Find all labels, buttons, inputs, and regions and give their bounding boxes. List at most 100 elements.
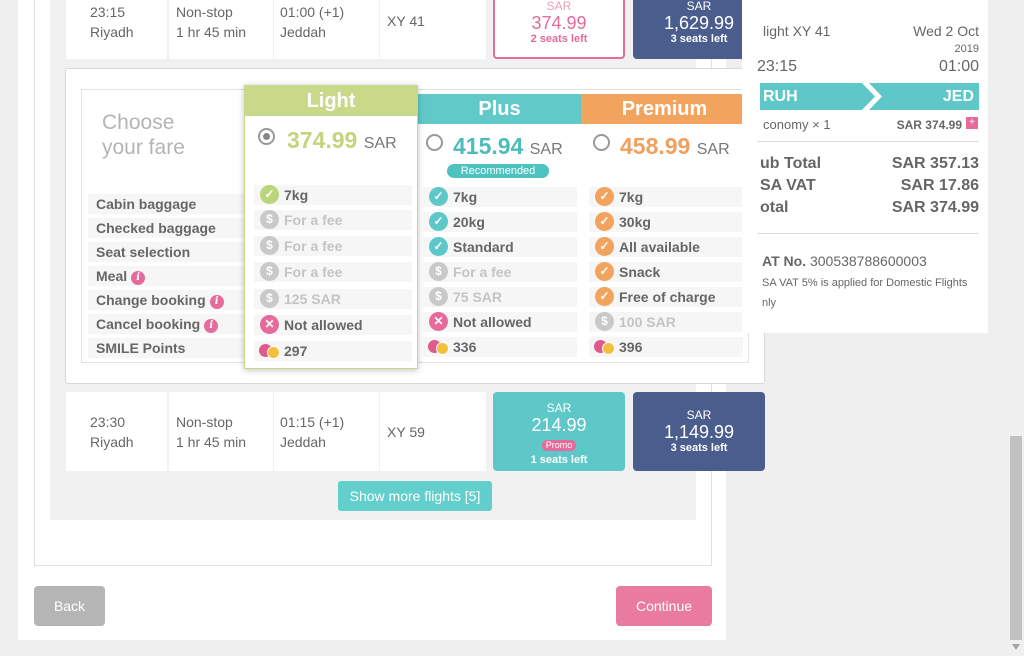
fare-radio-light[interactable] bbox=[258, 128, 275, 145]
row-label-cabin-baggage: Cabin baggage bbox=[88, 194, 248, 214]
plus-feature-cancel: ✕ Not allowed bbox=[423, 312, 577, 332]
plus-feature-seat: ✓ Standard bbox=[423, 237, 577, 257]
light-feature-change: $125 SAR bbox=[254, 289, 412, 309]
cross-icon: ✕ bbox=[260, 315, 279, 334]
check-icon: ✓ bbox=[429, 187, 448, 206]
seats-left: 1 seats left bbox=[530, 454, 588, 466]
scroll-down-icon[interactable] bbox=[1011, 643, 1021, 651]
summary-year: 2019 bbox=[954, 43, 979, 55]
expand-icon[interactable]: + bbox=[966, 117, 978, 129]
fare-radio-plus[interactable] bbox=[426, 134, 443, 151]
check-icon: ✓ bbox=[260, 185, 279, 204]
premium-feature-points: 396 bbox=[589, 337, 743, 357]
summary-flight-label: light XY 41 bbox=[763, 23, 831, 39]
departure-cell: 23:30 Riyadh bbox=[66, 392, 167, 471]
promo-badge: Promo bbox=[541, 440, 577, 451]
light-feature-meal: $ For a fee bbox=[254, 262, 412, 282]
summary-dep-time: 23:15 bbox=[757, 58, 798, 75]
row-label-cancel-booking: Cancel booking i bbox=[88, 314, 248, 334]
dollar-icon: $ bbox=[260, 262, 279, 281]
info-icon[interactable]: i bbox=[204, 319, 219, 333]
departure-time: 23:15 bbox=[90, 4, 126, 20]
plus-feature-points: 336 bbox=[423, 337, 577, 357]
check-icon: ✓ bbox=[595, 187, 614, 206]
duration-text: 1 hr 45 min bbox=[176, 24, 247, 40]
arrival-cell: 01:15 (+1) Jeddah bbox=[274, 392, 379, 471]
fare-amount: 1,149.99 bbox=[663, 422, 735, 442]
plus-feature-cabin: ✓ 7kg bbox=[423, 187, 577, 207]
arrival-city: Jeddah bbox=[280, 434, 326, 450]
divider bbox=[757, 233, 979, 234]
fare-amount: 214.99 bbox=[531, 415, 587, 435]
vat-note: SA VAT 5% is applied for Domestic Flight… bbox=[762, 277, 968, 289]
row-label-change-booking: Change booking i bbox=[88, 290, 248, 310]
info-icon[interactable]: i bbox=[209, 295, 224, 309]
stops-text: Non-stop bbox=[176, 4, 233, 20]
show-more-flights-button[interactable]: Show more flights [5] bbox=[338, 481, 492, 511]
departure-cell: 23:15 Riyadh bbox=[66, 0, 167, 59]
scrollbar-thumb[interactable] bbox=[1010, 436, 1022, 640]
dollar-icon: $ bbox=[260, 210, 279, 229]
premium-feature-meal: ✓ Snack bbox=[589, 262, 743, 282]
vat-label: SA VAT bbox=[760, 177, 816, 194]
fare-option-economy[interactable]: SAR 214.99 Promo 1 seats left bbox=[493, 392, 625, 471]
arrival-cell: 01:00 (+1) Jeddah bbox=[274, 0, 379, 59]
info-icon[interactable]: i bbox=[131, 271, 146, 285]
fare-price-premium: 458.99 SAR bbox=[620, 133, 730, 159]
premium-feature-cancel: $100 SAR bbox=[589, 312, 743, 332]
check-icon: ✓ bbox=[429, 212, 448, 231]
arrival-time: 01:15 (+1) bbox=[280, 414, 345, 430]
premium-feature-seat: ✓ All available bbox=[589, 237, 743, 257]
row-label-checked-baggage: Checked baggage bbox=[88, 218, 248, 238]
flight-number-cell: XY 41 bbox=[380, 0, 486, 59]
back-button[interactable]: Back bbox=[34, 586, 105, 626]
cabin-price: SAR 374.99 bbox=[896, 118, 962, 132]
subtotal-value: SAR 357.13 bbox=[891, 155, 979, 172]
dollar-icon: $ bbox=[595, 312, 614, 331]
dollar-icon: $ bbox=[260, 289, 279, 308]
fare-option-selected[interactable]: SAR 374.99 2 seats left bbox=[493, 0, 625, 59]
light-feature-checked: $ For a fee bbox=[254, 210, 412, 230]
cabin-label: conomy × 1 bbox=[763, 117, 831, 132]
continue-button[interactable]: Continue bbox=[616, 586, 712, 626]
row-label-seat-selection: Seat selection bbox=[88, 242, 248, 262]
vat-value: SAR 17.86 bbox=[900, 177, 979, 194]
plus-feature-change: $75 SAR bbox=[423, 287, 577, 307]
fare-option-business[interactable]: SAR 1,149.99 3 seats left bbox=[633, 392, 765, 471]
fare-currency: SAR bbox=[546, 401, 572, 415]
route-destination: JED bbox=[942, 88, 974, 105]
fare-header-premium: Premium bbox=[581, 94, 748, 124]
check-icon: ✓ bbox=[595, 287, 614, 306]
seats-left: 3 seats left bbox=[670, 442, 728, 454]
duration-text: 1 hr 45 min bbox=[176, 434, 247, 450]
light-feature-points: 297 bbox=[254, 341, 412, 361]
duration-cell: Non-stop 1 hr 45 min bbox=[169, 392, 273, 471]
smile-points-icon bbox=[259, 343, 281, 359]
arrival-time: 01:00 (+1) bbox=[280, 4, 345, 20]
arrival-city: Jeddah bbox=[280, 24, 326, 40]
light-feature-seat: $ For a fee bbox=[254, 236, 412, 256]
route-arrow-icon bbox=[862, 83, 882, 110]
fare-header-plus: Plus bbox=[418, 94, 581, 124]
fare-currency: SAR bbox=[686, 408, 712, 422]
stops-text: Non-stop bbox=[176, 414, 233, 430]
fare-radio-premium[interactable] bbox=[593, 134, 610, 151]
premium-feature-change: ✓ Free of charge bbox=[589, 287, 743, 307]
premium-feature-cabin: ✓ 7kg bbox=[589, 187, 743, 207]
check-icon: ✓ bbox=[595, 212, 614, 231]
divider bbox=[757, 141, 979, 142]
plus-feature-checked: ✓ 20kg bbox=[423, 212, 577, 232]
light-feature-cancel: ✕ Not allowed bbox=[254, 315, 412, 335]
subtotal-label: ub Total bbox=[760, 155, 822, 172]
smile-points-icon bbox=[594, 339, 616, 355]
vat-number: AT No. 300538788600003 bbox=[762, 253, 927, 269]
plus-feature-meal: $ For a fee bbox=[423, 262, 577, 282]
row-label-meal: Meal i bbox=[88, 266, 248, 286]
dollar-icon: $ bbox=[260, 236, 279, 255]
departure-city: Riyadh bbox=[90, 434, 134, 450]
premium-feature-checked: ✓ 30kg bbox=[589, 212, 743, 232]
cross-icon: ✕ bbox=[429, 312, 448, 331]
row-label-smile-points: SMILE Points bbox=[88, 338, 248, 358]
total-label: otal bbox=[760, 199, 789, 216]
check-icon: ✓ bbox=[595, 237, 614, 256]
